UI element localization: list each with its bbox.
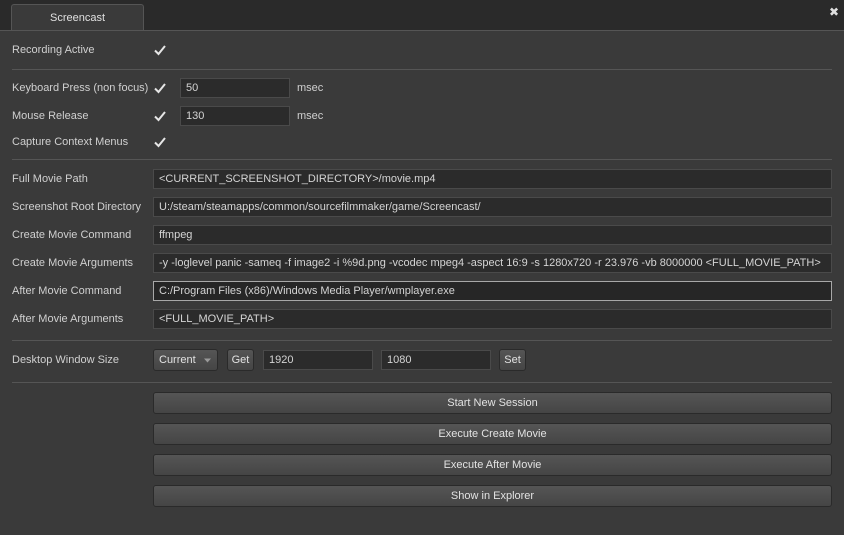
after-movie-command-input[interactable]: C:/Program Files (x86)/Windows Media Pla…	[153, 281, 832, 301]
window-size-mode-value: Current	[159, 354, 196, 366]
keyboard-press-msec-input[interactable]: 50	[180, 78, 290, 98]
create-movie-arguments-label: Create Movie Arguments	[12, 257, 134, 269]
get-window-size-button[interactable]: Get	[227, 349, 254, 371]
after-movie-command-label: After Movie Command	[12, 285, 122, 297]
checkmark-icon	[154, 45, 166, 56]
mouse-release-unit: msec	[297, 110, 324, 122]
separator	[12, 340, 832, 341]
execute-create-movie-button[interactable]: Execute Create Movie	[153, 423, 832, 445]
tab-bar: Screencast ✖	[0, 0, 844, 31]
full-movie-path-label: Full Movie Path	[12, 173, 88, 185]
window-height-input[interactable]: 1080	[381, 350, 491, 370]
execute-after-movie-button[interactable]: Execute After Movie	[153, 454, 832, 476]
full-movie-path-input[interactable]: <CURRENT_SCREENSHOT_DIRECTORY>/movie.mp4	[153, 169, 832, 189]
tab-screencast[interactable]: Screencast	[11, 4, 144, 31]
mouse-release-label: Mouse Release	[12, 110, 89, 122]
window-size-mode-dropdown[interactable]: Current	[153, 349, 218, 371]
create-movie-command-label: Create Movie Command	[12, 229, 132, 241]
keyboard-press-checkbox[interactable]	[153, 81, 167, 95]
separator	[12, 159, 832, 160]
separator	[12, 382, 832, 383]
tab-screencast-label: Screencast	[49, 12, 106, 24]
separator	[12, 69, 832, 70]
close-icon[interactable]: ✖	[828, 5, 840, 19]
after-movie-arguments-input[interactable]: <FULL_MOVIE_PATH>	[153, 309, 832, 329]
checkmark-icon	[154, 111, 166, 122]
capture-context-menus-checkbox[interactable]	[153, 135, 167, 149]
create-movie-arguments-input[interactable]: -y -loglevel panic -sameq -f image2 -i %…	[153, 253, 832, 273]
window-width-input[interactable]: 1920	[263, 350, 373, 370]
show-in-explorer-button[interactable]: Show in Explorer	[153, 485, 832, 507]
checkmark-icon	[154, 137, 166, 148]
screencast-panel: Recording Active Keyboard Press (non foc…	[0, 30, 844, 535]
screenshot-root-directory-input[interactable]: U:/steam/steamapps/common/sourcefilmmake…	[153, 197, 832, 217]
checkmark-icon	[154, 83, 166, 94]
recording-active-checkbox[interactable]	[153, 43, 167, 57]
keyboard-press-label: Keyboard Press (non focus)	[12, 82, 149, 94]
recording-active-label: Recording Active	[12, 44, 95, 56]
mouse-release-checkbox[interactable]	[153, 109, 167, 123]
mouse-release-msec-input[interactable]: 130	[180, 106, 290, 126]
capture-context-menus-label: Capture Context Menus	[12, 136, 129, 148]
chevron-down-icon	[204, 358, 211, 363]
screenshot-root-directory-label: Screenshot Root Directory	[12, 201, 141, 213]
keyboard-press-unit: msec	[297, 82, 324, 94]
desktop-window-size-label: Desktop Window Size	[12, 354, 119, 366]
after-movie-arguments-label: After Movie Arguments	[12, 313, 124, 325]
create-movie-command-input[interactable]: ffmpeg	[153, 225, 832, 245]
start-new-session-button[interactable]: Start New Session	[153, 392, 832, 414]
set-window-size-button[interactable]: Set	[499, 349, 526, 371]
